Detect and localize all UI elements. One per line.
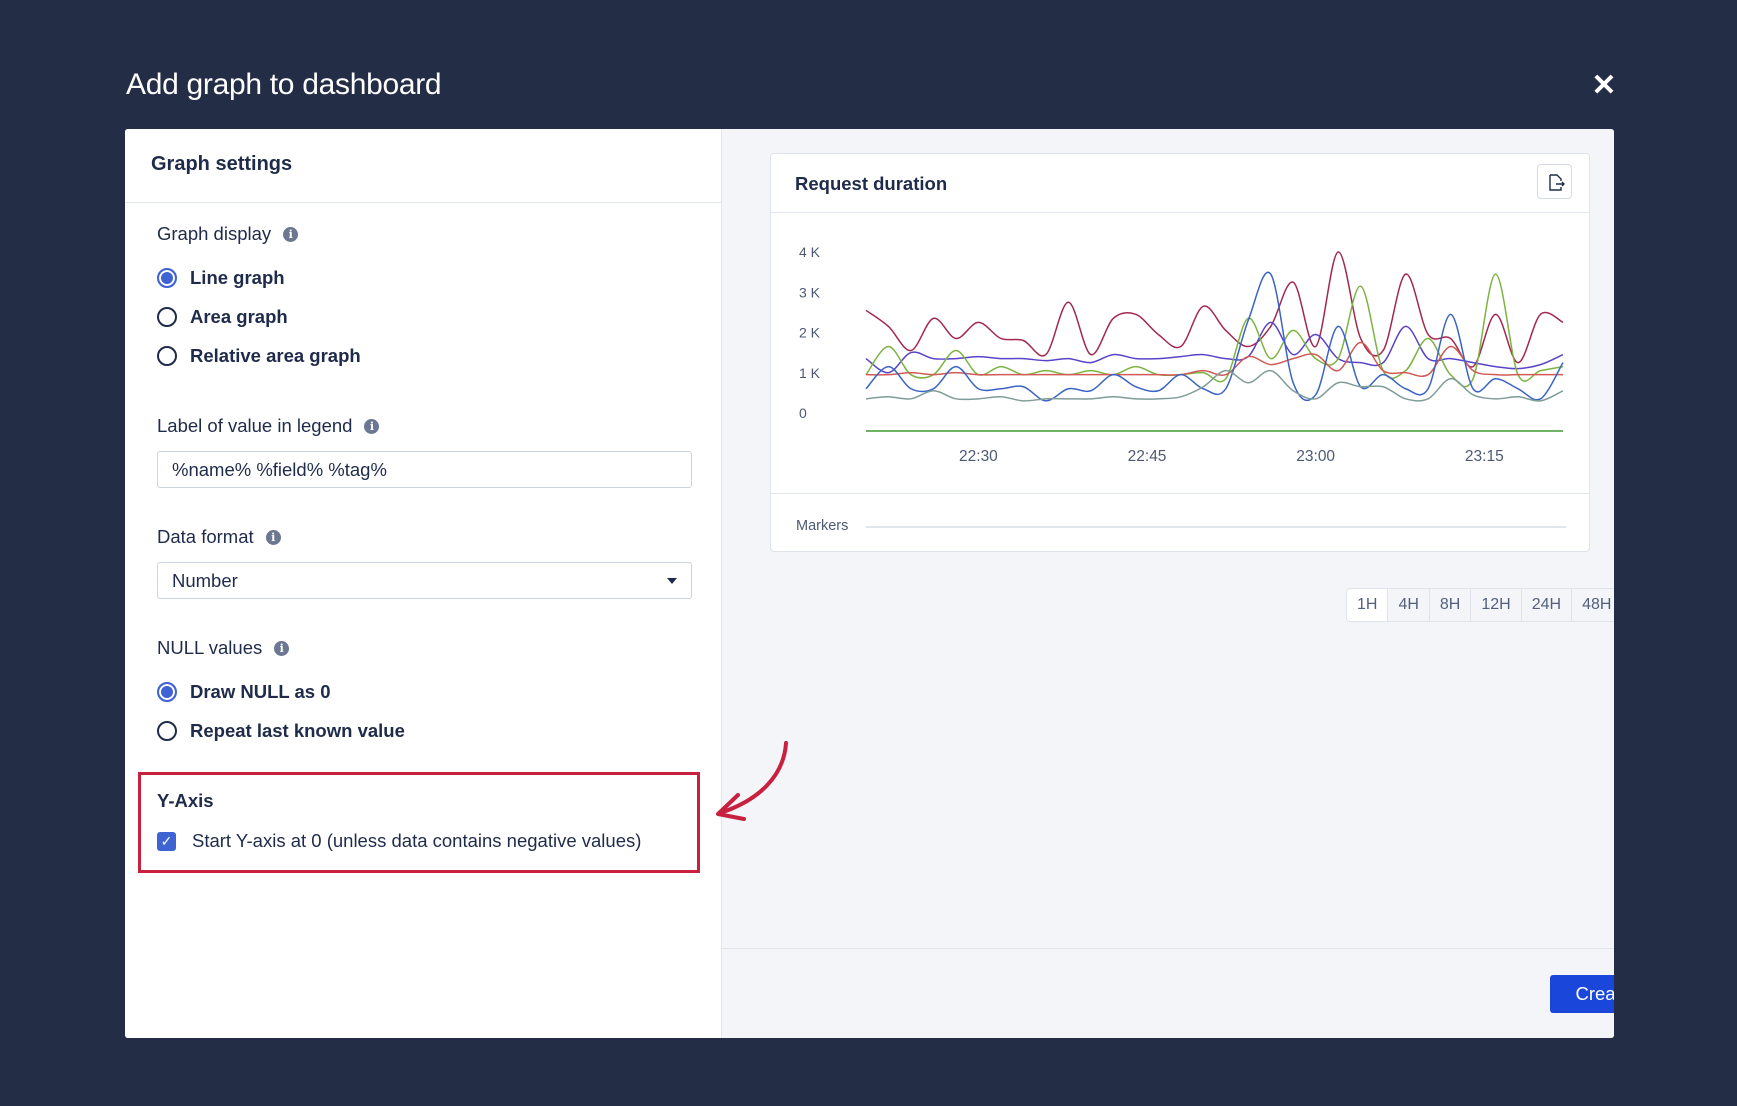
time-range-48h[interactable]: 48H: [1572, 589, 1614, 621]
info-icon[interactable]: i: [274, 640, 290, 656]
radio-unchecked-icon: [157, 721, 177, 741]
start-y-at-zero-checkbox[interactable]: ✓ Start Y-axis at 0 (unless data contains…: [157, 830, 641, 852]
create-graph-button[interactable]: Create graph: [1550, 975, 1614, 1013]
data-format-select[interactable]: Number: [157, 562, 692, 599]
chevron-down-icon: [667, 578, 677, 584]
time-range-12h[interactable]: 12H: [1471, 589, 1522, 621]
x-tick-label: 22:30: [959, 448, 998, 465]
null-values-text: NULL values: [157, 637, 263, 658]
checkbox-checked-icon: ✓: [157, 831, 176, 851]
annotation-arrow: [716, 741, 788, 821]
radio-relative-area-graph[interactable]: Relative area graph: [157, 345, 361, 367]
data-format-value: Number: [172, 570, 238, 591]
legend-label-label: Label of value in legend i: [157, 415, 380, 437]
radio-repeat-last-value[interactable]: Repeat last known value: [157, 720, 405, 742]
radio-label: Area graph: [190, 306, 288, 327]
radio-label: Relative area graph: [190, 345, 361, 366]
settings-header: Graph settings: [151, 153, 293, 175]
graph-card: Request duration 0 1 K 2 K 3 K 4 K 22:30 22:45…: [770, 153, 1590, 552]
radio-line-graph[interactable]: Line graph: [157, 267, 285, 289]
radio-label: Draw NULL as 0: [190, 681, 331, 702]
y-tick-label: 1 K: [799, 365, 821, 381]
graph-display-label: Graph display i: [157, 223, 299, 245]
preview-pane: Request duration 0 1 K 2 K 3 K 4 K 22:30 22:45…: [722, 129, 1614, 1038]
line-chart: 0 1 K 2 K 3 K 4 K 22:30 22:45 23:00 23:15: [799, 244, 1564, 465]
info-icon[interactable]: i: [283, 226, 299, 242]
export-icon[interactable]: [1537, 164, 1572, 199]
time-range-1h[interactable]: 1H: [1347, 589, 1389, 621]
x-tick-label: 23:00: [1296, 448, 1335, 465]
graph-display-text: Graph display: [157, 223, 272, 244]
divider: [771, 212, 1589, 213]
series-line-5: [865, 369, 1564, 402]
divider: [771, 493, 1589, 494]
series-line-0: [865, 251, 1564, 368]
data-format-label: Data format i: [157, 526, 281, 548]
radio-label: Line graph: [190, 267, 285, 288]
radio-draw-null-as-0[interactable]: Draw NULL as 0: [157, 681, 331, 703]
close-icon[interactable]: ✕: [1588, 70, 1620, 102]
radio-unchecked-icon: [157, 307, 177, 327]
dialog-panel: Graph settings Graph display i Line graph…: [125, 129, 1614, 1038]
time-range-selector: 1H4H8H12H24H48H7D30D: [1346, 588, 1614, 622]
checkbox-label: Start Y-axis at 0 (unless data contains …: [192, 830, 642, 851]
dialog-title: Add graph to dashboard: [126, 68, 442, 101]
graph-settings-pane: Graph settings Graph display i Line graph…: [125, 129, 722, 1038]
time-range-8h[interactable]: 8H: [1430, 589, 1472, 621]
radio-checked-icon: [157, 682, 177, 702]
data-format-text: Data format: [157, 526, 254, 547]
x-tick-label: 22:45: [1128, 448, 1167, 465]
y-tick-label: 3 K: [799, 284, 821, 300]
y-axis-label: Y-Axis: [157, 790, 214, 811]
y-tick-label: 2 K: [799, 325, 821, 341]
legend-label-input[interactable]: [157, 451, 692, 488]
y-tick-label: 4 K: [799, 244, 821, 260]
x-tick-label: 23:15: [1465, 448, 1504, 465]
markers-track: [866, 526, 1566, 528]
radio-area-graph[interactable]: Area graph: [157, 306, 288, 328]
radio-label: Repeat last known value: [190, 720, 405, 741]
radio-checked-icon: [157, 268, 177, 288]
info-icon[interactable]: i: [265, 529, 281, 545]
null-values-label: NULL values i: [157, 637, 290, 659]
markers-label: Markers: [796, 518, 849, 534]
info-icon[interactable]: i: [364, 418, 380, 434]
time-range-4h[interactable]: 4H: [1388, 589, 1430, 621]
time-range-24h[interactable]: 24H: [1522, 589, 1573, 621]
divider: [125, 202, 722, 203]
legend-label-text: Label of value in legend: [157, 415, 353, 436]
y-tick-label: 0: [799, 405, 807, 421]
divider: [722, 948, 1614, 949]
radio-unchecked-icon: [157, 346, 177, 366]
highlight-box: [138, 772, 700, 873]
graph-title: Request duration: [795, 173, 948, 194]
